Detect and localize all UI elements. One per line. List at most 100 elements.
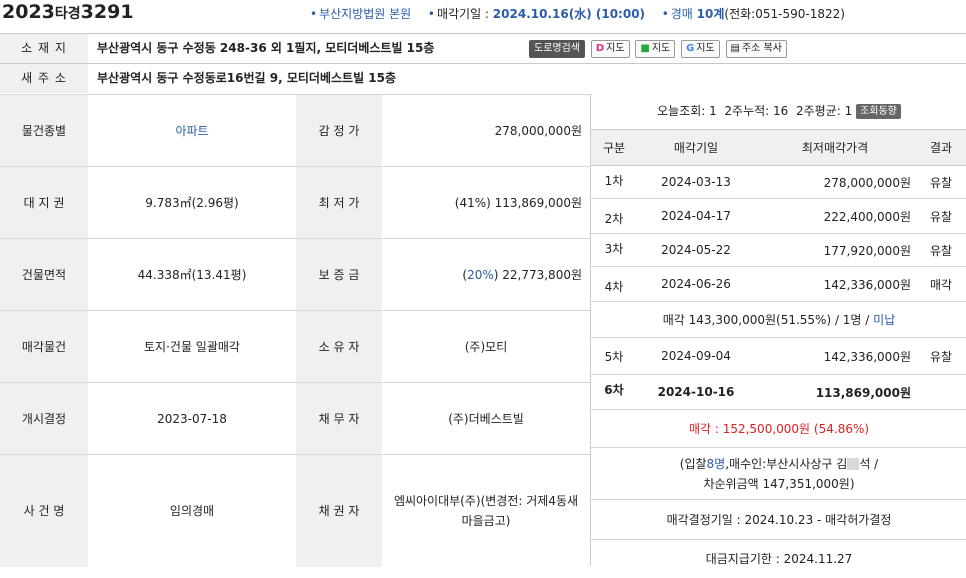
case-year: 2023 [2,1,55,23]
info-row: 건물면적 44.338㎡(13.41평) 보 증 금 (20%) 22,773,… [0,238,590,311]
auction-round-row: 4차 2024-06-26 142,336,000원 매각 [591,266,966,302]
google-logo-icon: G [686,43,695,54]
bidder-row: (입찰8명,매수인:부산시사상구 김 석 / 차순위금액 147,351,000원… [591,447,966,500]
sold-amount: 152,500,000원 [722,422,811,436]
auction-round-row: 1차 2024-03-13 278,000,000원 유찰 [591,165,966,199]
road-search-button[interactable]: 도로명검색 [529,40,585,58]
today-count: 1 [709,104,717,118]
round: 2차 [591,198,637,234]
info-row: 대 지 권 9.783㎡(2.96평) 최 저 가 (41%) 113,869,… [0,166,590,239]
round-price: 222,400,000원 [755,198,915,234]
bullet-icon: • [661,7,669,21]
round-result: 유찰 [915,198,966,234]
sold-label: 매각 : [688,422,723,436]
round4-sale-text: 매각 143,300,000원(51.55%) / 1명 / [662,313,874,327]
col-price: 최저매각가격 [755,129,915,166]
payment-deadline: 대금지급기한 : 2024.11.27 [591,539,966,578]
sale-items: 토지·건물 일괄매각 [88,310,296,383]
property-info-table: 물건종별 아파트 감 정 가 278,000,000원 대 지 권 9.783㎡… [0,94,590,567]
round-result: 매각 [915,266,966,302]
auction-history-panel: 오늘조회: 1 2주누적: 16 2주평균: 1 조회동향 구분 매각기일 최저… [590,94,966,578]
naver-map-button[interactable]: ■ 지도 [635,40,676,58]
round: 6차 [591,374,637,410]
masked-name [847,458,860,470]
round-date: 2024-06-26 [637,266,755,302]
auction-round-row: 5차 2024-09-04 142,336,000원 유찰 [591,337,966,375]
bid-count: 8명 [706,456,726,471]
round-price: 278,000,000원 [755,165,915,199]
case-serial: 3291 [80,1,134,23]
info-label: 채 무 자 [296,382,382,455]
court-link[interactable]: 부산지방법원 본원 [319,7,411,21]
info-label: 감 정 가 [296,94,382,167]
bidder-info: (입찰8명,매수인:부산시사상구 김 석 / 차순위금액 147,351,000원… [591,447,966,500]
avg-label: 2주평균: [795,104,845,118]
deposit-value: 22,773,800원 [502,268,582,282]
land-area: 9.783㎡(2.96평) [88,166,296,239]
sale-result-row: 매각 143,300,000원(51.55%) / 1명 / 미납 [591,301,966,338]
round-result: 유찰 [915,337,966,375]
buyer-name-end: 석 / [859,456,879,471]
sold-amount-cell: 매각 : 152,500,000원 (54.86%) [591,409,966,448]
payment-row: 대금지급기한 : 2024.11.27 [591,539,966,578]
info-label: 물건종별 [0,94,88,167]
case-type: 타경 [54,6,81,22]
today-label: 오늘조회: [657,104,710,118]
info-label: 개시결정 [0,382,88,455]
new-address-row: 새 주 소 부산광역시 동구 수정동로16번길 9, 모티더베스트빌 15층 [0,63,966,93]
copy-address-button[interactable]: ▤ 주소 복사 [725,40,787,58]
round: 3차 [591,233,637,267]
info-label: 매각물건 [0,310,88,383]
view-stats: 오늘조회: 1 2주누적: 16 2주평균: 1 조회동향 [591,94,966,129]
copy-address-label: 주소 복사 [741,43,782,54]
info-row: 사 건 명 임의경매 채 권 자 엠씨아이대부(주)(변경전: 거제4동새마을금… [0,454,590,567]
auction-round-row-current: 6차 2024-10-16 113,869,000원 [591,374,966,410]
round4-sale-result: 매각 143,300,000원(51.55%) / 1명 / 미납 [591,301,966,338]
start-decision-date: 2023-07-18 [88,382,296,455]
dept-link[interactable]: 10계 [697,7,725,21]
sold-pct: (54.86%) [813,422,870,436]
auction-round-row: 3차 2024-05-22 177,920,000원 유찰 [591,233,966,267]
google-map-button[interactable]: G 지도 [681,40,720,58]
minimum-price: (41%) 113,869,000원 [382,166,590,239]
round-date: 2024-10-16 [637,374,755,410]
auction-rounds-table: 구분 매각기일 최저매각가격 결과 1차 2024-03-13 278,000,… [591,129,966,578]
round-date: 2024-09-04 [637,337,755,375]
info-label: 보 증 금 [296,238,382,311]
view-trend-button[interactable]: 조회동향 [856,104,901,119]
info-row: 개시결정 2023-07-18 채 무 자 (주)더베스트빌 [0,382,590,455]
round-result [915,374,966,410]
decision-date: 매각결정기일 : 2024.10.23 - 매각허가결정 [591,499,966,540]
auction-header-row: 구분 매각기일 최저매각가격 결과 [591,129,966,166]
week2-count: 16 [773,104,789,118]
daum-logo-icon: D [595,43,605,54]
week2-label: 2주누적: [724,104,774,118]
unpaid-link[interactable]: 미납 [873,313,895,327]
round-date: 2024-05-22 [637,233,755,267]
sale-date-label: 매각기일 : [436,7,493,21]
col-round: 구분 [591,129,637,166]
info-label: 채 권 자 [296,454,382,567]
phone: (전화:051-590-1822) [724,7,845,21]
map-buttons: 도로명검색 D 지도 ■ 지도 G 지도 ▤ 주소 복사 [529,40,789,58]
info-label: 사 건 명 [0,454,88,567]
naver-logo-icon: ■ [640,43,650,54]
decision-row: 매각결정기일 : 2024.10.23 - 매각허가결정 [591,499,966,540]
col-result: 결과 [915,129,966,166]
round-price: 177,920,000원 [755,233,915,267]
dept-prefix: 경매 [670,7,697,21]
info-row: 매각물건 토지·건물 일괄매각 소 유 자 (주)모티 [0,310,590,383]
round-result: 유찰 [915,165,966,199]
round: 5차 [591,337,637,375]
address-label: 소 재 지 [0,34,88,63]
second-bid: 차순위금액 147,351,000원) [703,476,855,491]
property-type-link[interactable]: 아파트 [88,94,296,167]
address-value: 부산광역시 동구 수정동 248-36 외 1필지, 모티더베스트빌 15층 [97,41,435,55]
new-address-label: 새 주 소 [0,64,88,93]
round: 1차 [591,165,637,199]
daum-map-button[interactable]: D 지도 [590,40,630,58]
new-address-value: 부산광역시 동구 수정동로16번길 9, 모티더베스트빌 15층 [97,71,397,85]
daum-map-label: 지도 [606,43,625,54]
creditor: 엠씨아이대부(주)(변경전: 거제4동새마을금고) [382,454,590,567]
info-label: 건물면적 [0,238,88,311]
